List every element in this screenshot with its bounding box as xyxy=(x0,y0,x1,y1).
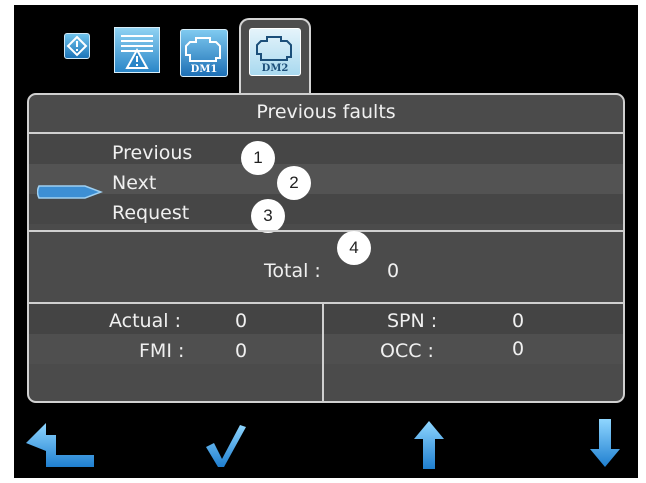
callout-marker-1: 1 xyxy=(241,141,275,175)
menu-item-next[interactable]: Next xyxy=(112,172,156,194)
page-title: Previous faults xyxy=(256,101,396,123)
selection-pointer-icon xyxy=(37,185,103,199)
fmi-label: FMI : xyxy=(139,340,185,362)
info-row-bg xyxy=(29,334,623,364)
down-arrow-icon[interactable] xyxy=(588,417,622,469)
tab-dm2-active-frame: DM2 xyxy=(239,18,311,100)
callout-marker-4: 4 xyxy=(337,231,371,265)
spn-value: 0 xyxy=(512,310,525,332)
actual-label: Actual : xyxy=(109,310,181,332)
menu-item-request[interactable]: Request xyxy=(112,202,189,224)
total-value: 0 xyxy=(387,260,400,282)
engine-icon xyxy=(185,37,221,62)
divider xyxy=(29,230,623,232)
tab-warning-lamp[interactable] xyxy=(114,27,160,73)
display-screen: DM1 DM2 Previous faults Previous Next Re… xyxy=(14,5,638,478)
checkmark-icon[interactable] xyxy=(202,423,248,469)
spn-label: SPN : xyxy=(387,310,438,332)
tab-warning[interactable] xyxy=(64,33,90,59)
callout-marker-2: 2 xyxy=(277,166,311,200)
divider-vertical xyxy=(322,304,324,401)
back-arrow-icon[interactable] xyxy=(24,419,96,471)
menu-item-previous[interactable]: Previous xyxy=(112,142,192,164)
tab-dm1[interactable]: DM1 xyxy=(180,29,228,77)
warning-triangle-grid-icon xyxy=(121,35,153,69)
engine-icon xyxy=(256,36,292,61)
tab-dm2-label: DM2 xyxy=(261,63,289,74)
fmi-value: 0 xyxy=(235,340,248,362)
occ-label: OCC : xyxy=(380,340,434,362)
actual-value: 0 xyxy=(235,310,248,332)
tab-dm2[interactable]: DM2 xyxy=(249,28,301,76)
callout-marker-3: 3 xyxy=(251,199,285,233)
faults-panel: Previous faults Previous Next Request 1 … xyxy=(27,93,625,403)
total-label: Total : xyxy=(264,260,321,282)
tab-dm1-label: DM1 xyxy=(190,64,218,75)
occ-value: 0 xyxy=(512,338,525,360)
warning-diamond-icon xyxy=(66,35,88,57)
up-arrow-icon[interactable] xyxy=(412,419,446,471)
